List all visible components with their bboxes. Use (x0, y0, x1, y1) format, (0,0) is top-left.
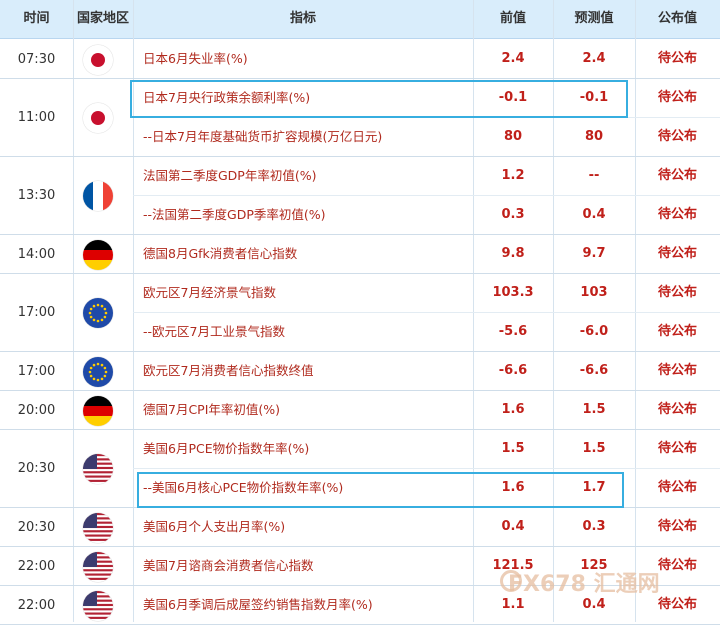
forecast-value: 80 (584, 129, 604, 144)
row-divider (133, 468, 720, 469)
row-divider (133, 312, 720, 313)
row-divider (0, 429, 720, 430)
economic-calendar-table: 时间 国家地区 指标 前值 预测值 公布值 日本6月失业率(%) 2.4 2.4 待公… (0, 0, 720, 625)
usa-flag-icon (83, 454, 113, 484)
row-divider (133, 195, 720, 196)
time-cell: 20:30 (17, 519, 56, 535)
indicator-name[interactable]: --日本7月年度基础货币扩容规模(万亿日元) (143, 127, 382, 147)
usa-flag-icon (83, 512, 113, 543)
forecast-value: 0.3 (582, 519, 606, 534)
time-cell: 22:00 (17, 558, 56, 574)
published-value: 待公布 (657, 402, 697, 417)
indicator-name[interactable]: --欧元区7月工业景气指数 (143, 322, 285, 342)
previous-value: 9.8 (501, 246, 525, 261)
time-cell: 22:00 (17, 597, 56, 613)
forecast-value: -- (588, 168, 600, 183)
indicator-name[interactable]: 美国6月个人支出月率(%) (143, 517, 285, 537)
usa-flag-icon (83, 590, 113, 621)
forecast-value: 0.4 (582, 207, 606, 222)
indicator-name[interactable]: 日本6月失业率(%) (143, 49, 248, 69)
published-value: 待公布 (657, 324, 697, 339)
indicator-name[interactable]: 美国7月谘商会消费者信心指数 (143, 556, 313, 576)
header-indicator: 指标 (289, 11, 316, 26)
row-divider (0, 78, 720, 79)
published-value: 待公布 (657, 207, 697, 222)
column-divider (73, 0, 74, 622)
indicator-name[interactable]: 法国第二季度GDP年率初值(%) (143, 166, 316, 186)
forecast-value: 0.4 (582, 597, 606, 612)
eu-flag-icon (83, 356, 113, 387)
forecast-value: 9.7 (582, 246, 606, 261)
table-header: 时间 国家地区 指标 前值 预测值 公布值 (0, 0, 720, 39)
highlight-box (130, 80, 628, 118)
published-value: 待公布 (657, 246, 697, 261)
row-divider (0, 156, 720, 157)
header-published: 公布值 (657, 11, 697, 26)
time-cell: 11:00 (17, 110, 56, 125)
previous-value: 103.3 (492, 285, 534, 300)
published-value: 待公布 (657, 168, 697, 183)
time-cell: 13:30 (17, 188, 56, 203)
row-divider (0, 273, 720, 274)
japan-flag-icon (83, 103, 113, 133)
published-value: 待公布 (657, 519, 697, 534)
previous-value: 1.1 (501, 597, 525, 612)
germany-flag-icon (83, 395, 113, 426)
indicator-name[interactable]: 欧元区7月经济景气指数 (143, 283, 276, 303)
previous-value: 2.4 (501, 51, 525, 66)
forecast-value: -6.6 (579, 363, 609, 378)
previous-value: 1.6 (501, 402, 525, 417)
published-value: 待公布 (657, 441, 697, 456)
eu-flag-icon (83, 298, 113, 328)
row-divider (0, 351, 720, 352)
row-divider (0, 234, 720, 235)
time-cell: 17:00 (17, 363, 56, 379)
header-time: 时间 (23, 11, 50, 26)
header-region: 国家地区 (76, 11, 129, 26)
row-divider (0, 390, 720, 391)
forecast-value: -6.0 (579, 324, 609, 339)
forecast-value: 1.5 (582, 441, 606, 456)
highlight-box (137, 472, 624, 508)
watermark: FX678 汇通网 (508, 572, 660, 597)
time-cell: 20:00 (17, 402, 56, 418)
time-cell: 14:00 (17, 246, 56, 262)
indicator-name[interactable]: --法国第二季度GDP季率初值(%) (143, 205, 326, 225)
published-value: 待公布 (657, 51, 697, 66)
france-flag-icon (83, 181, 113, 211)
header-previous: 前值 (499, 11, 526, 26)
indicator-name[interactable]: 美国6月PCE物价指数年率(%) (143, 439, 309, 459)
published-value: 待公布 (657, 129, 697, 144)
indicator-name[interactable]: 德国8月Gfk消费者信心指数 (143, 244, 297, 264)
forecast-value: 2.4 (582, 51, 606, 66)
previous-value: 0.3 (501, 207, 525, 222)
previous-value: 0.4 (501, 519, 525, 534)
indicator-name[interactable]: 美国6月季调后成屋签约销售指数月率(%) (143, 595, 373, 615)
forecast-value: 103 (580, 285, 608, 300)
previous-value: 1.2 (501, 168, 525, 183)
previous-value: 1.5 (501, 441, 525, 456)
published-value: 待公布 (657, 285, 697, 300)
germany-flag-icon (83, 239, 113, 270)
previous-value: 80 (503, 129, 523, 144)
japan-flag-icon (83, 44, 113, 75)
time-cell: 07:30 (17, 51, 56, 67)
indicator-name[interactable]: 德国7月CPI年率初值(%) (143, 400, 280, 420)
time-cell: 17:00 (17, 305, 56, 320)
usa-flag-icon (83, 551, 113, 582)
published-value: 待公布 (657, 363, 697, 378)
published-value: 待公布 (657, 90, 697, 105)
published-value: 待公布 (657, 480, 697, 495)
previous-value: -6.6 (498, 363, 528, 378)
row-divider (0, 546, 720, 547)
forecast-value: 1.5 (582, 402, 606, 417)
indicator-name[interactable]: 欧元区7月消费者信心指数终值 (143, 361, 313, 381)
published-value: 待公布 (657, 597, 697, 612)
time-cell: 20:30 (17, 461, 56, 476)
previous-value: -5.6 (498, 324, 528, 339)
header-forecast: 预测值 (574, 11, 614, 26)
